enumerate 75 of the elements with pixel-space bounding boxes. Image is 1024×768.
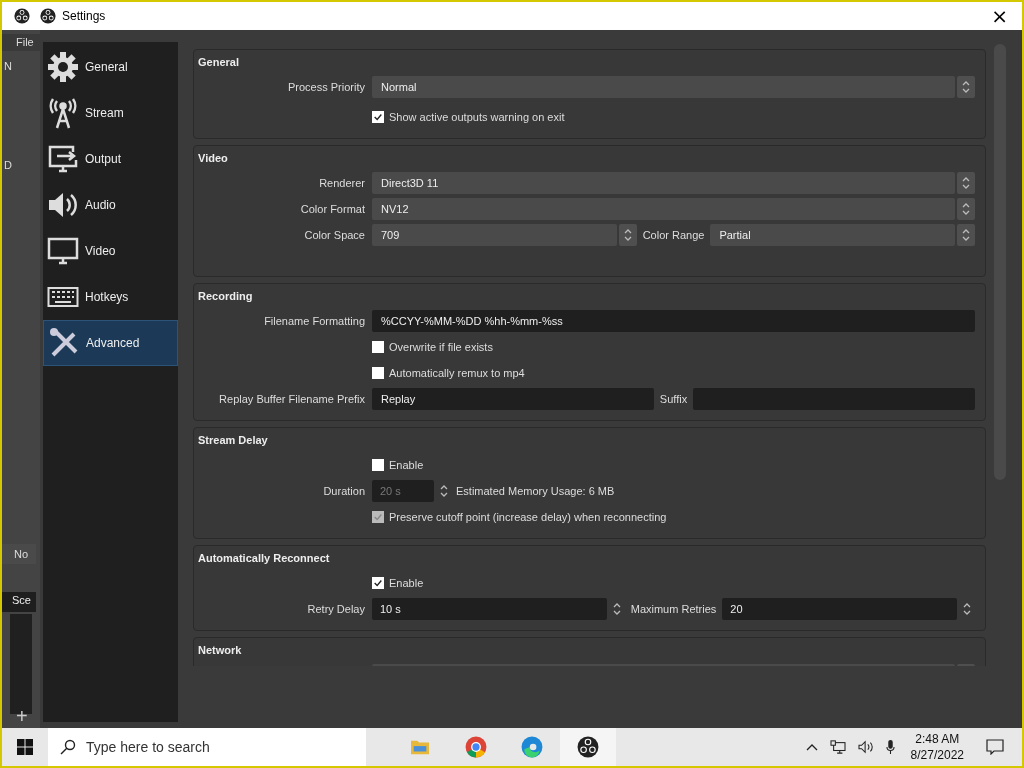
spinner-icon: [957, 76, 975, 98]
checkbox[interactable]: [372, 341, 384, 353]
dropdown[interactable]: Direct3D 11: [372, 172, 955, 194]
checkbox-label: Overwrite if file exists: [388, 339, 493, 355]
field-label: Retry Delay: [306, 601, 366, 617]
group-title: Network: [198, 643, 243, 658]
field-label: Maximum Retries: [629, 601, 718, 617]
group-title: General: [198, 55, 240, 70]
folder-icon: [410, 738, 430, 756]
memory-usage-text: Estimated Memory Usage: 6 MB: [455, 483, 615, 499]
background-text: N: [3, 59, 12, 74]
sidebar-item[interactable]: General: [43, 44, 178, 90]
spinner-icon: [957, 198, 975, 220]
group-title: Automatically Reconnect: [198, 551, 331, 566]
monitor-arrow-icon: [47, 143, 79, 175]
text-field[interactable]: Replay: [372, 388, 654, 410]
taskbar-app-button[interactable]: [560, 728, 616, 766]
field-label: Color Range: [641, 227, 706, 243]
checkbox-label: Enable: [388, 457, 424, 473]
sidebar-item[interactable]: Hotkeys: [43, 274, 178, 320]
group-title: Recording: [198, 289, 254, 304]
field-label: Color Format: [299, 201, 366, 217]
text-field[interactable]: %CCYY-%MM-%DD %hh-%mm-%ss: [372, 310, 975, 332]
antenna-icon: [47, 97, 79, 129]
dropdown[interactable]: Normal: [372, 76, 955, 98]
clock-time[interactable]: 2:48 AM: [915, 731, 960, 747]
checkbox[interactable]: [372, 111, 384, 123]
sidebar-item[interactable]: Video: [43, 228, 178, 274]
app-logo-icon: [40, 8, 56, 24]
field-label: Process Priority: [286, 79, 366, 95]
window-title: Settings: [62, 8, 106, 25]
checkbox[interactable]: [372, 459, 384, 471]
checkbox-label: Automatically remux to mp4: [388, 365, 525, 381]
sidebar-item[interactable]: Advanced: [43, 320, 178, 366]
windows-logo-icon: [17, 739, 33, 755]
field-label: Suffix: [658, 391, 689, 407]
edge-icon: [521, 736, 543, 758]
background-text: No: [2, 544, 36, 564]
dropdown[interactable]: Partial: [710, 224, 955, 246]
checkbox-label: Preserve cutoff point (increase delay) when reconnecting: [388, 509, 667, 525]
background-text: File: [2, 34, 40, 51]
field-label: Color Space: [303, 227, 366, 243]
dropdown[interactable]: 709: [372, 224, 617, 246]
field-label: Renderer: [318, 175, 366, 191]
field-label: Replay Buffer Filename Prefix: [218, 391, 366, 407]
app-logo-icon: [14, 8, 30, 24]
spinner-icon: [957, 172, 975, 194]
gear-icon: [47, 51, 79, 83]
sidebar-item[interactable]: Audio: [43, 182, 178, 228]
text-field[interactable]: [693, 388, 975, 410]
spinner-icon: [957, 224, 975, 246]
clock-date[interactable]: 8/27/2022: [910, 747, 964, 763]
number-field[interactable]: 10 s: [372, 598, 607, 620]
group-title: Stream Delay: [198, 433, 269, 448]
field-label: Duration: [322, 483, 366, 499]
checkbox[interactable]: [372, 367, 384, 379]
group-title: Video: [198, 151, 229, 166]
add-button[interactable]: +: [16, 706, 28, 726]
tools-icon: [48, 327, 80, 359]
dropdown[interactable]: NV12: [372, 198, 955, 220]
search-icon: [60, 739, 76, 755]
checkbox-label: Show active outputs warning on exit: [388, 109, 565, 125]
checkbox[interactable]: [372, 577, 384, 589]
monitor-icon: [47, 235, 79, 267]
background-text: D: [3, 158, 12, 173]
spinner-icon: [618, 224, 637, 246]
number-field[interactable]: 20: [722, 598, 957, 620]
chrome-icon: [465, 736, 487, 758]
obs-icon: [577, 736, 599, 758]
sidebar-item[interactable]: Output: [43, 136, 178, 182]
field-label: Filename Formatting: [263, 313, 366, 329]
checkbox-label: Enable: [388, 575, 424, 591]
sidebar-item[interactable]: Stream: [43, 90, 178, 136]
background-text: Sce: [2, 592, 36, 612]
close-button[interactable]: ×: [991, 6, 1008, 26]
